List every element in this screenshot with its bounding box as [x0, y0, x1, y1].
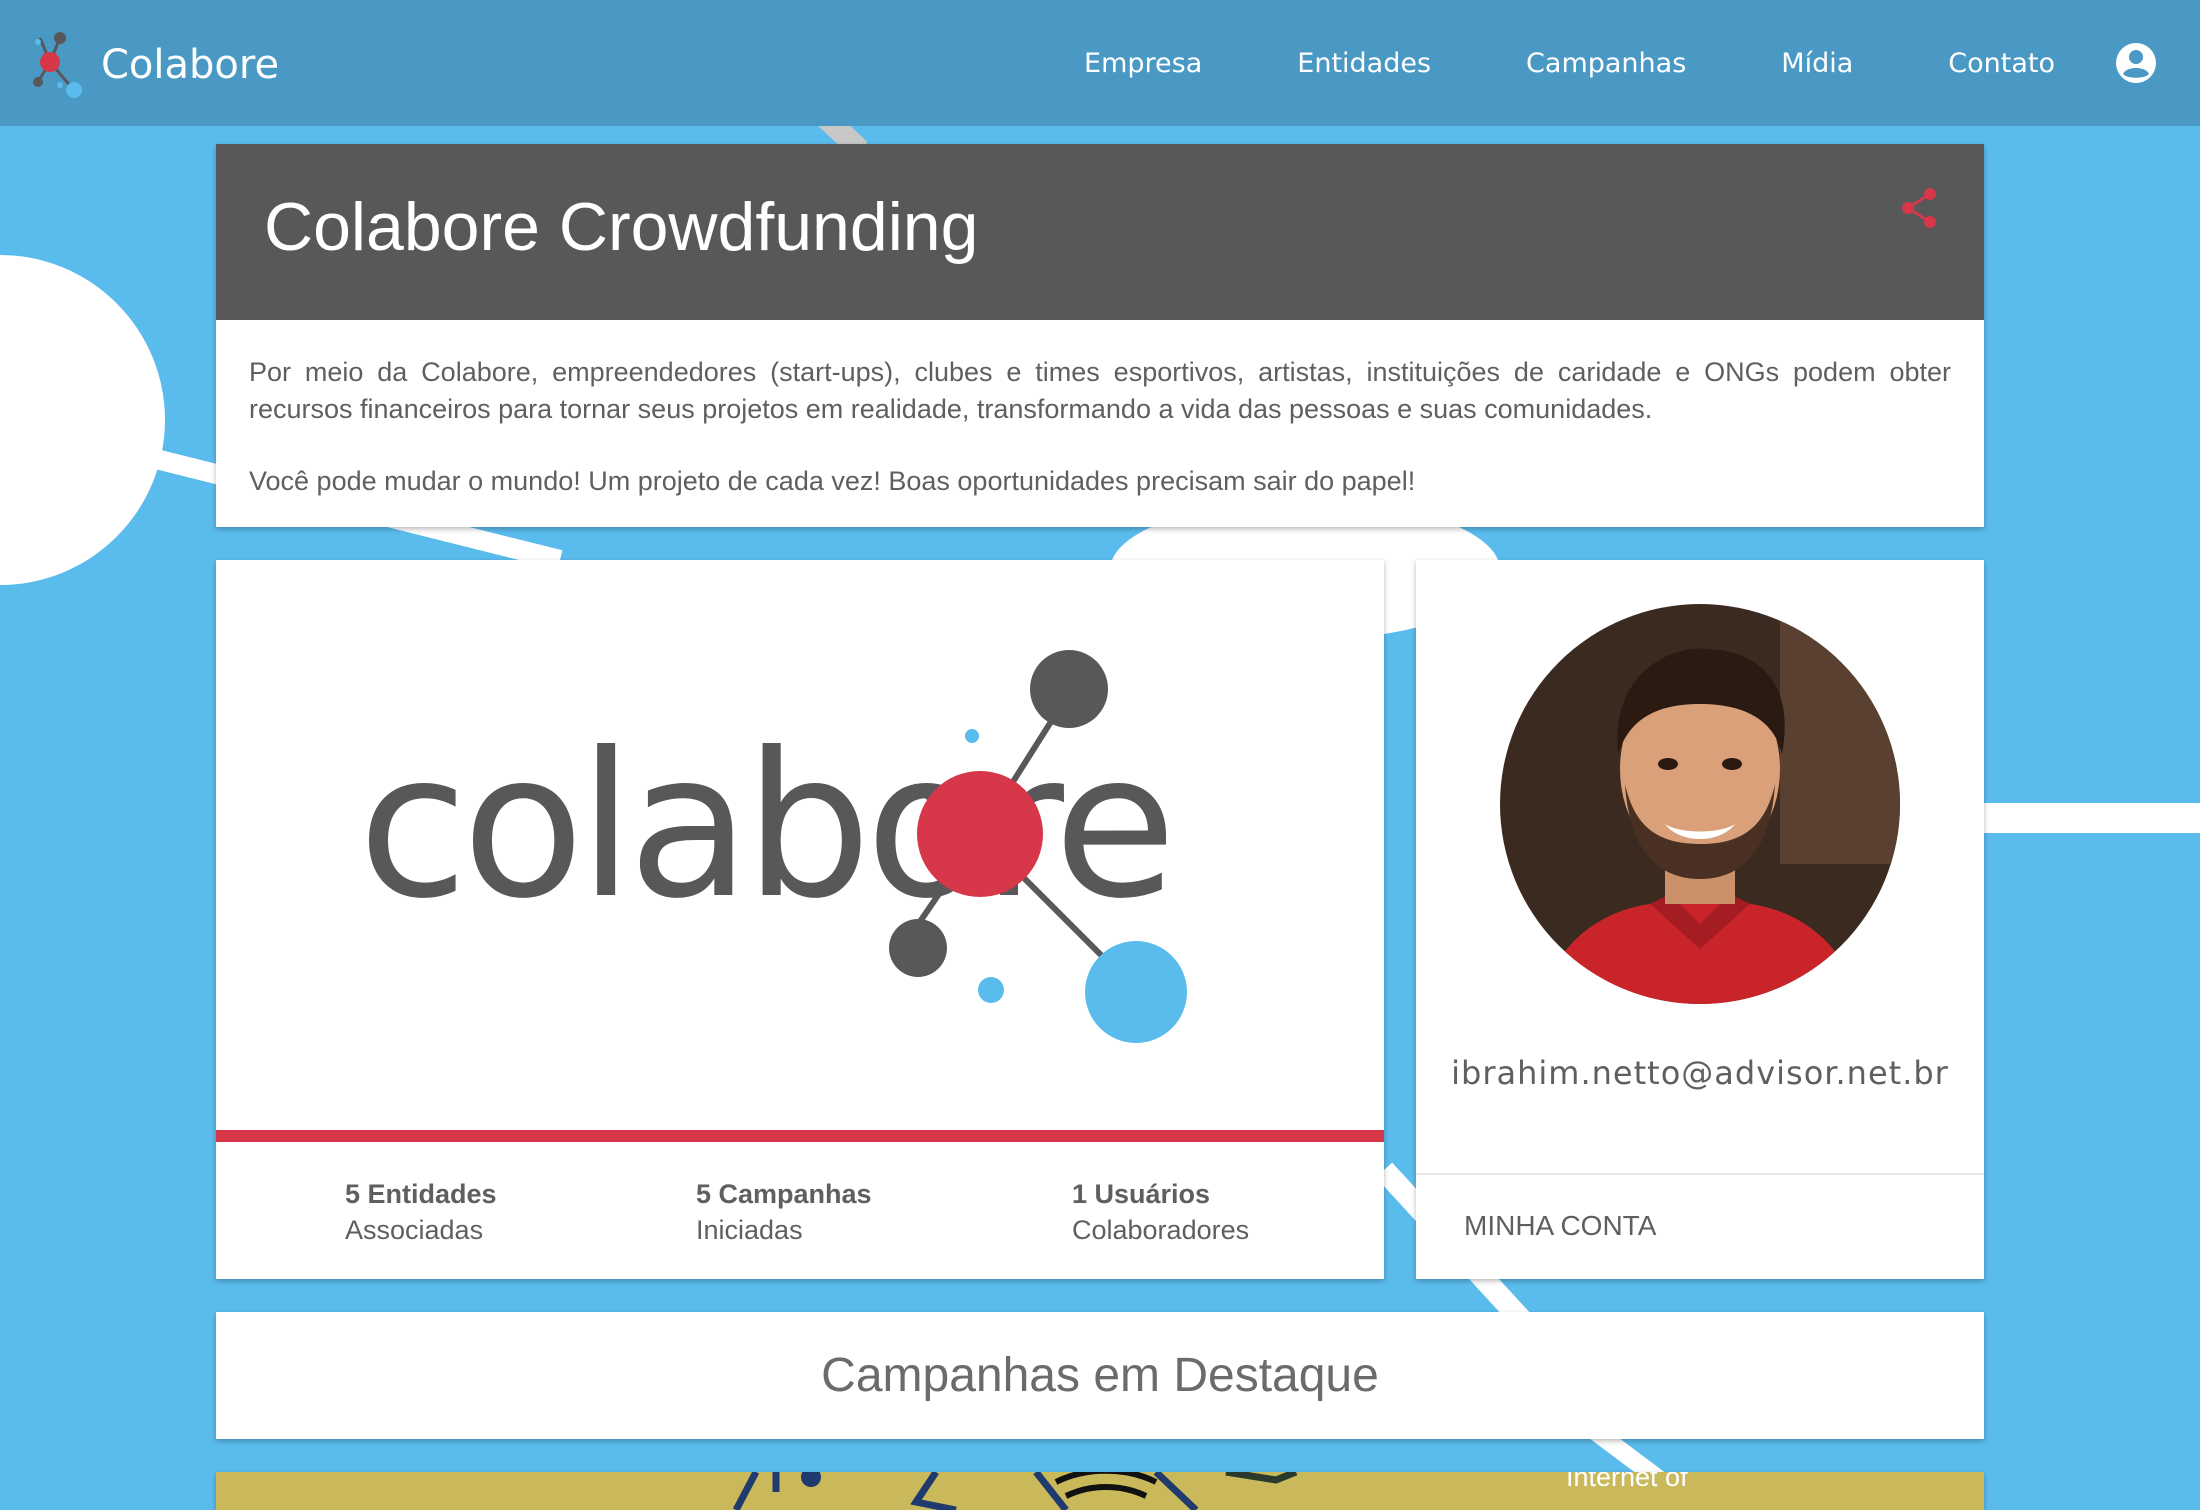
stat-label: Iniciadas — [696, 1215, 803, 1245]
nav-item-contato[interactable]: Contato — [1948, 48, 2055, 79]
platform-stats-card: colabore 5 Entidades Associadas 5 Campan… — [216, 560, 1384, 1279]
stat-entidades: 5 Entidades Associadas — [345, 1176, 497, 1248]
account-circle-icon[interactable] — [2114, 41, 2158, 85]
brand-home-link[interactable]: Colabore — [30, 30, 279, 100]
stat-value: 1 Usuários — [1072, 1179, 1211, 1209]
brand-name: Colabore — [101, 42, 280, 88]
stat-label: Associadas — [345, 1215, 484, 1245]
campaign-image — [732, 1472, 1298, 1510]
main-nav: Empresa Entidades Campanhas Mídia Contat… — [989, 0, 2055, 126]
section-title: Campanhas em Destaque — [821, 1349, 1379, 1402]
divider — [1416, 1173, 1984, 1175]
colabore-logo: colabore — [358, 650, 1187, 1043]
logo-wordmark: colabore — [358, 710, 1171, 943]
intro-card-header: Colabore Crowdfunding — [216, 144, 1984, 320]
stat-label: Colaboradores — [1072, 1215, 1250, 1245]
intro-text: Por meio da Colabore, empreendedores (st… — [216, 320, 1984, 500]
stat-usuarios: 1 Usuários Colaboradores — [1072, 1176, 1249, 1248]
page-title: Colabore Crowdfunding — [264, 189, 979, 265]
user-email: ibrahim.netto@advisor.net.br — [1451, 1054, 1949, 1092]
featured-campaigns-header: Campanhas em Destaque — [216, 1312, 1984, 1439]
stat-value: 5 Campanhas — [696, 1179, 872, 1209]
progress-accent-bar — [216, 1130, 1384, 1142]
user-profile-card: ibrahim.netto@advisor.net.br MINHA CONTA — [1416, 560, 1984, 1279]
stat-value: 5 Entidades — [345, 1179, 497, 1209]
share-icon[interactable] — [1898, 186, 1942, 230]
campaign-card[interactable]: Internet of — [216, 1472, 1984, 1510]
stat-campanhas: 5 Campanhas Iniciadas — [696, 1176, 872, 1248]
top-navigation-bar: Colabore Empresa Entidades Campanhas Míd… — [0, 0, 2200, 126]
nav-item-campanhas[interactable]: Campanhas — [1526, 48, 1686, 79]
colabore-logo-icon — [33, 32, 82, 98]
intro-paragraph: Por meio da Colabore, empreendedores (st… — [249, 357, 1951, 424]
intro-paragraph: Você pode mudar o mundo! Um projeto de c… — [249, 466, 1416, 496]
user-avatar — [1500, 604, 1900, 1004]
campaign-preview-text: Internet of — [1566, 1472, 1688, 1492]
nav-item-midia[interactable]: Mídia — [1781, 48, 1853, 79]
intro-card: Colabore Crowdfunding Por meio da Colabo… — [216, 144, 1984, 527]
nav-item-empresa[interactable]: Empresa — [1084, 48, 1202, 79]
nav-item-entidades[interactable]: Entidades — [1297, 48, 1431, 79]
my-account-button[interactable]: MINHA CONTA — [1464, 1210, 1656, 1242]
